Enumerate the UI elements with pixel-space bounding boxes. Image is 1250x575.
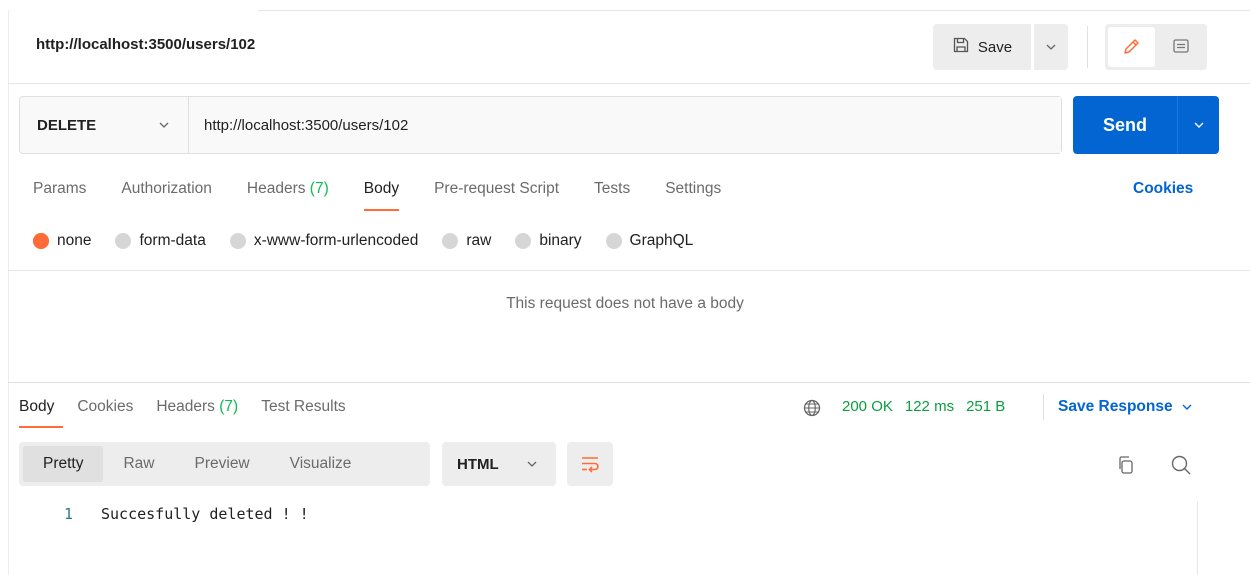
left-divider [8,10,9,575]
request-title[interactable]: http://localhost:3500/users/102 [36,36,255,53]
save-options-button[interactable] [1034,24,1068,70]
send-group: Send [1073,96,1219,154]
request-url-bar: DELETE http://localhost:3500/users/102 [19,96,1062,154]
tab-tests[interactable]: Tests [594,180,630,198]
send-button[interactable]: Send [1073,96,1177,154]
url-input[interactable]: http://localhost:3500/users/102 [189,97,1061,153]
edit-mode-button[interactable] [1108,27,1155,67]
save-icon [952,36,970,58]
save-label: Save [977,38,1013,56]
response-body-code[interactable]: 1 Succesfully deleted ! ! [0,505,309,523]
request-tabs: Params Authorization Headers (7) Body Pr… [33,180,756,211]
save-response-button[interactable]: Save Response [1058,398,1193,416]
response-time[interactable]: 122 ms [905,398,954,415]
save-button[interactable]: Save [933,24,1031,70]
response-headers-count: (7) [219,398,239,415]
chevron-down-icon [527,461,537,467]
body-type-radios: none form-data x-www-form-urlencoded raw… [33,232,717,250]
globe-icon[interactable] [802,398,822,422]
view-mode-preview[interactable]: Preview [175,446,270,482]
wrap-lines-icon [582,457,599,473]
tab-body[interactable]: Body [363,180,400,211]
response-status: 200 OK 122 ms 251 B [842,398,1005,415]
send-options-button[interactable] [1177,96,1219,154]
status-code[interactable]: 200 OK [842,398,893,415]
radio-raw[interactable]: raw [442,232,491,250]
header-separator [1087,26,1088,68]
tab-authorization[interactable]: Authorization [121,180,211,198]
view-mode-raw[interactable]: Raw [103,446,174,482]
view-mode-selector: Pretty Raw Preview Visualize [19,442,430,486]
response-tab-cookies[interactable]: Cookies [77,398,133,416]
response-tabs: Body Cookies Headers (7) Test Results [19,398,369,428]
scrollbar-track[interactable] [1197,502,1198,575]
response-tab-body[interactable]: Body [19,398,64,428]
response-tab-test-results[interactable]: Test Results [261,398,345,416]
radio-dot [229,233,246,249]
radio-dot [442,233,459,249]
radio-selected-dot [33,233,49,249]
code-line: Succesfully deleted ! ! [101,505,309,523]
copy-icon[interactable] [1115,454,1137,480]
chevron-down-icon [1046,44,1056,50]
status-separator [1043,394,1044,420]
tab-params[interactable]: Params [33,180,86,198]
chevron-down-icon [159,122,169,128]
view-mode-visualize[interactable]: Visualize [270,446,372,482]
cookies-link[interactable]: Cookies [1133,180,1193,198]
search-icon[interactable] [1170,454,1192,480]
radio-x-www-form-urlencoded[interactable]: x-www-form-urlencoded [229,232,418,250]
response-size[interactable]: 251 B [966,398,1005,415]
radio-binary[interactable]: binary [515,232,582,250]
header-divider [8,83,1250,84]
top-divider [258,10,1250,11]
chevron-down-icon [1182,404,1192,410]
line-number: 1 [63,505,73,523]
comment-icon [1173,39,1189,53]
headers-count: (7) [309,180,329,197]
radio-dot [605,233,622,249]
response-divider[interactable] [8,382,1250,383]
view-mode-pretty[interactable]: Pretty [23,446,104,482]
radio-graphql[interactable]: GraphQL [605,232,693,250]
wrap-lines-button[interactable] [567,442,613,486]
body-divider [8,270,1250,271]
mode-toggle [1105,24,1207,70]
method-label: DELETE [37,116,97,134]
chevron-down-icon [1194,122,1203,128]
radio-dot [115,233,132,249]
tab-pre-request-script[interactable]: Pre-request Script [434,180,559,198]
tab-headers[interactable]: Headers (7) [247,180,329,198]
radio-dot [515,233,532,249]
save-group: Save [933,24,1068,70]
radio-none[interactable]: none [33,232,91,250]
pencil-icon [1124,39,1139,54]
comments-button[interactable] [1158,27,1205,67]
tab-settings[interactable]: Settings [665,180,721,198]
no-body-message: This request does not have a body [506,295,744,312]
method-select[interactable]: DELETE [20,97,189,153]
radio-form-data[interactable]: form-data [115,232,206,250]
language-select[interactable]: HTML [442,442,556,486]
response-tab-headers[interactable]: Headers (7) [156,398,238,416]
